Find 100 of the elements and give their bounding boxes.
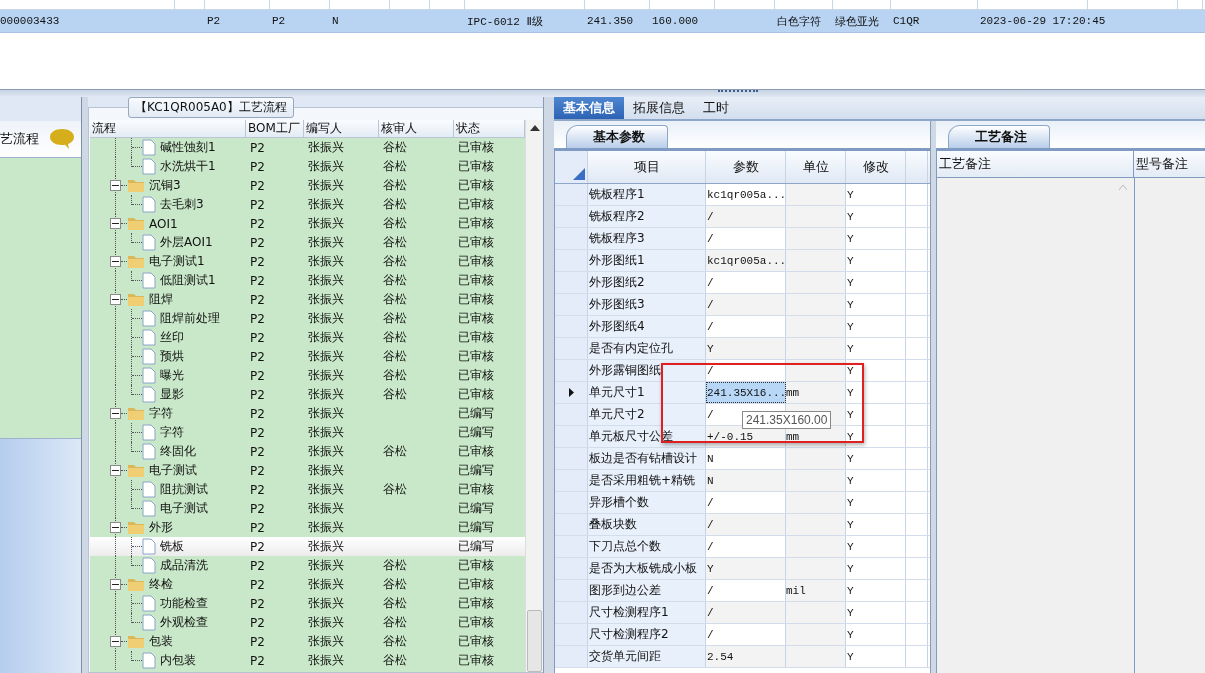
tree-row[interactable]: 预烘 P2 张振兴 谷松 已审核 <box>90 347 525 366</box>
tree-row[interactable]: 水洗烘干1 P2 张振兴 谷松 已审核 <box>90 157 525 176</box>
table-cell: P2 <box>250 501 265 516</box>
tree-row[interactable]: 终固化 P2 张振兴 谷松 已审核 <box>90 442 525 461</box>
collapse-toggle[interactable] <box>110 294 121 305</box>
tree-row[interactable]: 碱性蚀刻1 P2 张振兴 谷松 已审核 <box>90 138 525 157</box>
table-cell: Y <box>846 492 906 513</box>
table-row[interactable]: 000003433 P2 P2 N IPC-6012 Ⅱ级 241.350 160.000 白色字符 绿色亚光 C1QR 2023-06-29 17:20:45 <box>0 10 1205 33</box>
tree-row[interactable]: 低阻测试1 P2 张振兴 谷松 已审核 <box>90 271 525 290</box>
column-header[interactable]: 项目 <box>588 151 706 183</box>
table-cell: N <box>706 470 786 491</box>
table-cell: 谷松 <box>383 273 407 287</box>
sidebar-title: 艺流程 <box>0 130 39 148</box>
tree-row[interactable]: 沉铜3 P2 张振兴 谷松 已审核 <box>90 176 525 195</box>
tree-row[interactable]: 电子测试 P2 张振兴 已编写 <box>90 461 525 480</box>
tree-row[interactable]: 字符 P2 张振兴 已编写 <box>90 423 525 442</box>
tree-item-label: 字符 <box>160 424 184 441</box>
corner-triangle-icon <box>573 168 585 180</box>
tree-item-label: 外形 <box>149 519 173 536</box>
tree-row[interactable]: 显影 P2 张振兴 谷松 已审核 <box>90 385 525 404</box>
scroll-up-icon[interactable] <box>530 125 540 131</box>
collapse-toggle[interactable] <box>110 522 121 533</box>
collapse-toggle[interactable] <box>110 180 121 191</box>
tree-row[interactable]: 外形 P2 张振兴 已编写 <box>90 518 525 537</box>
tree-row[interactable]: 阻抗测试 P2 张振兴 谷松 已审核 <box>90 480 525 499</box>
table-cell: kc1qr005a... <box>706 250 786 271</box>
splitter-bar[interactable] <box>0 89 1205 97</box>
table-cell: P2 <box>250 482 265 497</box>
tree-row[interactable]: 内包装 P2 张振兴 谷松 已审核 <box>90 651 525 670</box>
tree-row[interactable]: 电子测试 P2 张振兴 已编写 <box>90 499 525 518</box>
table-cell: Y <box>846 382 906 403</box>
tooltip: 241.35X160.00 <box>742 411 832 429</box>
table-cell: 谷松 <box>383 235 407 249</box>
tree-row[interactable]: 阻焊 P2 张振兴 谷松 已审核 <box>90 290 525 309</box>
tree-item-label: 电子测试1 <box>149 253 205 270</box>
tree-row[interactable]: 终检 P2 张振兴 谷松 已审核 <box>90 575 525 594</box>
tab[interactable]: 基本参数 <box>566 125 668 148</box>
tab[interactable]: 基本信息 <box>554 97 624 119</box>
column-header[interactable]: 型号备注 <box>1134 151 1205 177</box>
tree-row[interactable]: 字符 P2 张振兴 已编写 <box>90 404 525 423</box>
collapse-toggle[interactable] <box>110 408 121 419</box>
tree-item-label: 去毛刺3 <box>160 196 204 213</box>
tree-item-label: 终检 <box>149 576 173 593</box>
table-cell: P2 <box>250 444 265 459</box>
column-header[interactable]: BOM工厂 <box>246 120 304 137</box>
tab[interactable]: 工时 <box>694 97 738 119</box>
column-header[interactable]: 单位 <box>786 151 846 183</box>
table-cell: 张振兴 <box>308 197 344 211</box>
column-header[interactable]: 编写人 <box>304 120 379 137</box>
splitter-bar[interactable] <box>930 121 936 673</box>
table-cell: 谷松 <box>383 197 407 211</box>
table-cell: 外形露铜图纸 <box>588 360 706 381</box>
column-header[interactable]: 参数 <box>706 151 786 183</box>
tab[interactable]: 工艺备注 <box>948 125 1050 148</box>
tree-row[interactable]: 外层AOI1 P2 张振兴 谷松 已审核 <box>90 233 525 252</box>
scrollbar-thumb[interactable] <box>527 610 542 672</box>
table-cell: P2 <box>250 330 265 345</box>
tree-row[interactable]: AOI1 P2 张振兴 谷松 已审核 <box>90 214 525 233</box>
tree-row[interactable]: 电子测试1 P2 张振兴 谷松 已审核 <box>90 252 525 271</box>
row-header[interactable] <box>555 382 588 403</box>
tree-row[interactable]: 包装 P2 张振兴 谷松 已审核 <box>90 632 525 651</box>
column-header[interactable]: 修改 <box>846 151 906 183</box>
collapse-toggle[interactable] <box>110 465 121 476</box>
collapse-toggle[interactable] <box>110 256 121 267</box>
splitter-grip-icon[interactable] <box>717 90 758 94</box>
table-cell: / <box>706 602 786 623</box>
table-cell: Y <box>846 360 906 381</box>
table-cell: P2 <box>250 425 265 440</box>
table-cell: 谷松 <box>383 577 407 591</box>
tree-item-label: 阻焊前处理 <box>160 310 220 327</box>
table-cell: 外形图纸1 <box>588 250 706 271</box>
tree-row[interactable]: 成品清洗 P2 张振兴 谷松 已审核 <box>90 556 525 575</box>
collapse-toggle[interactable] <box>110 218 121 229</box>
tree-row[interactable]: 铣板 P2 张振兴 已编写 <box>90 537 525 556</box>
collapse-toggle[interactable] <box>110 636 121 647</box>
tree-row[interactable]: 丝印 P2 张振兴 谷松 已审核 <box>90 328 525 347</box>
table-cell: P2 <box>250 653 265 668</box>
table-cell: 谷松 <box>383 482 407 496</box>
table-cell: 已审核 <box>458 178 494 192</box>
table-cell: P2 <box>250 292 265 307</box>
splitter-bar[interactable] <box>82 97 88 673</box>
table-cell: P2 <box>250 368 265 383</box>
tree-row[interactable]: 外观检查 P2 张振兴 谷松 已审核 <box>90 613 525 632</box>
tree-row[interactable]: 去毛刺3 P2 张振兴 谷松 已审核 <box>90 195 525 214</box>
column-header[interactable]: 工艺备注 <box>937 151 1134 177</box>
scrollbar[interactable] <box>525 120 543 672</box>
file-icon <box>142 557 156 574</box>
table-cell: P2 <box>250 349 265 364</box>
table-cell: 板边是否有钻槽设计 <box>588 448 706 469</box>
tree-row[interactable]: 阻焊前处理 P2 张振兴 谷松 已审核 <box>90 309 525 328</box>
table-cell: 张振兴 <box>308 615 344 629</box>
tree-row[interactable]: 曝光 P2 张振兴 谷松 已审核 <box>90 366 525 385</box>
column-header[interactable]: 核审人 <box>379 120 454 137</box>
tree-row[interactable]: 功能检查 P2 张振兴 谷松 已审核 <box>90 594 525 613</box>
table-cell: 张振兴 <box>308 520 344 534</box>
collapse-toggle[interactable] <box>110 579 121 590</box>
tab[interactable]: 拓展信息 <box>624 97 694 119</box>
folder-icon <box>127 634 145 649</box>
column-header[interactable]: 流程 <box>90 120 246 137</box>
file-icon <box>142 234 156 251</box>
